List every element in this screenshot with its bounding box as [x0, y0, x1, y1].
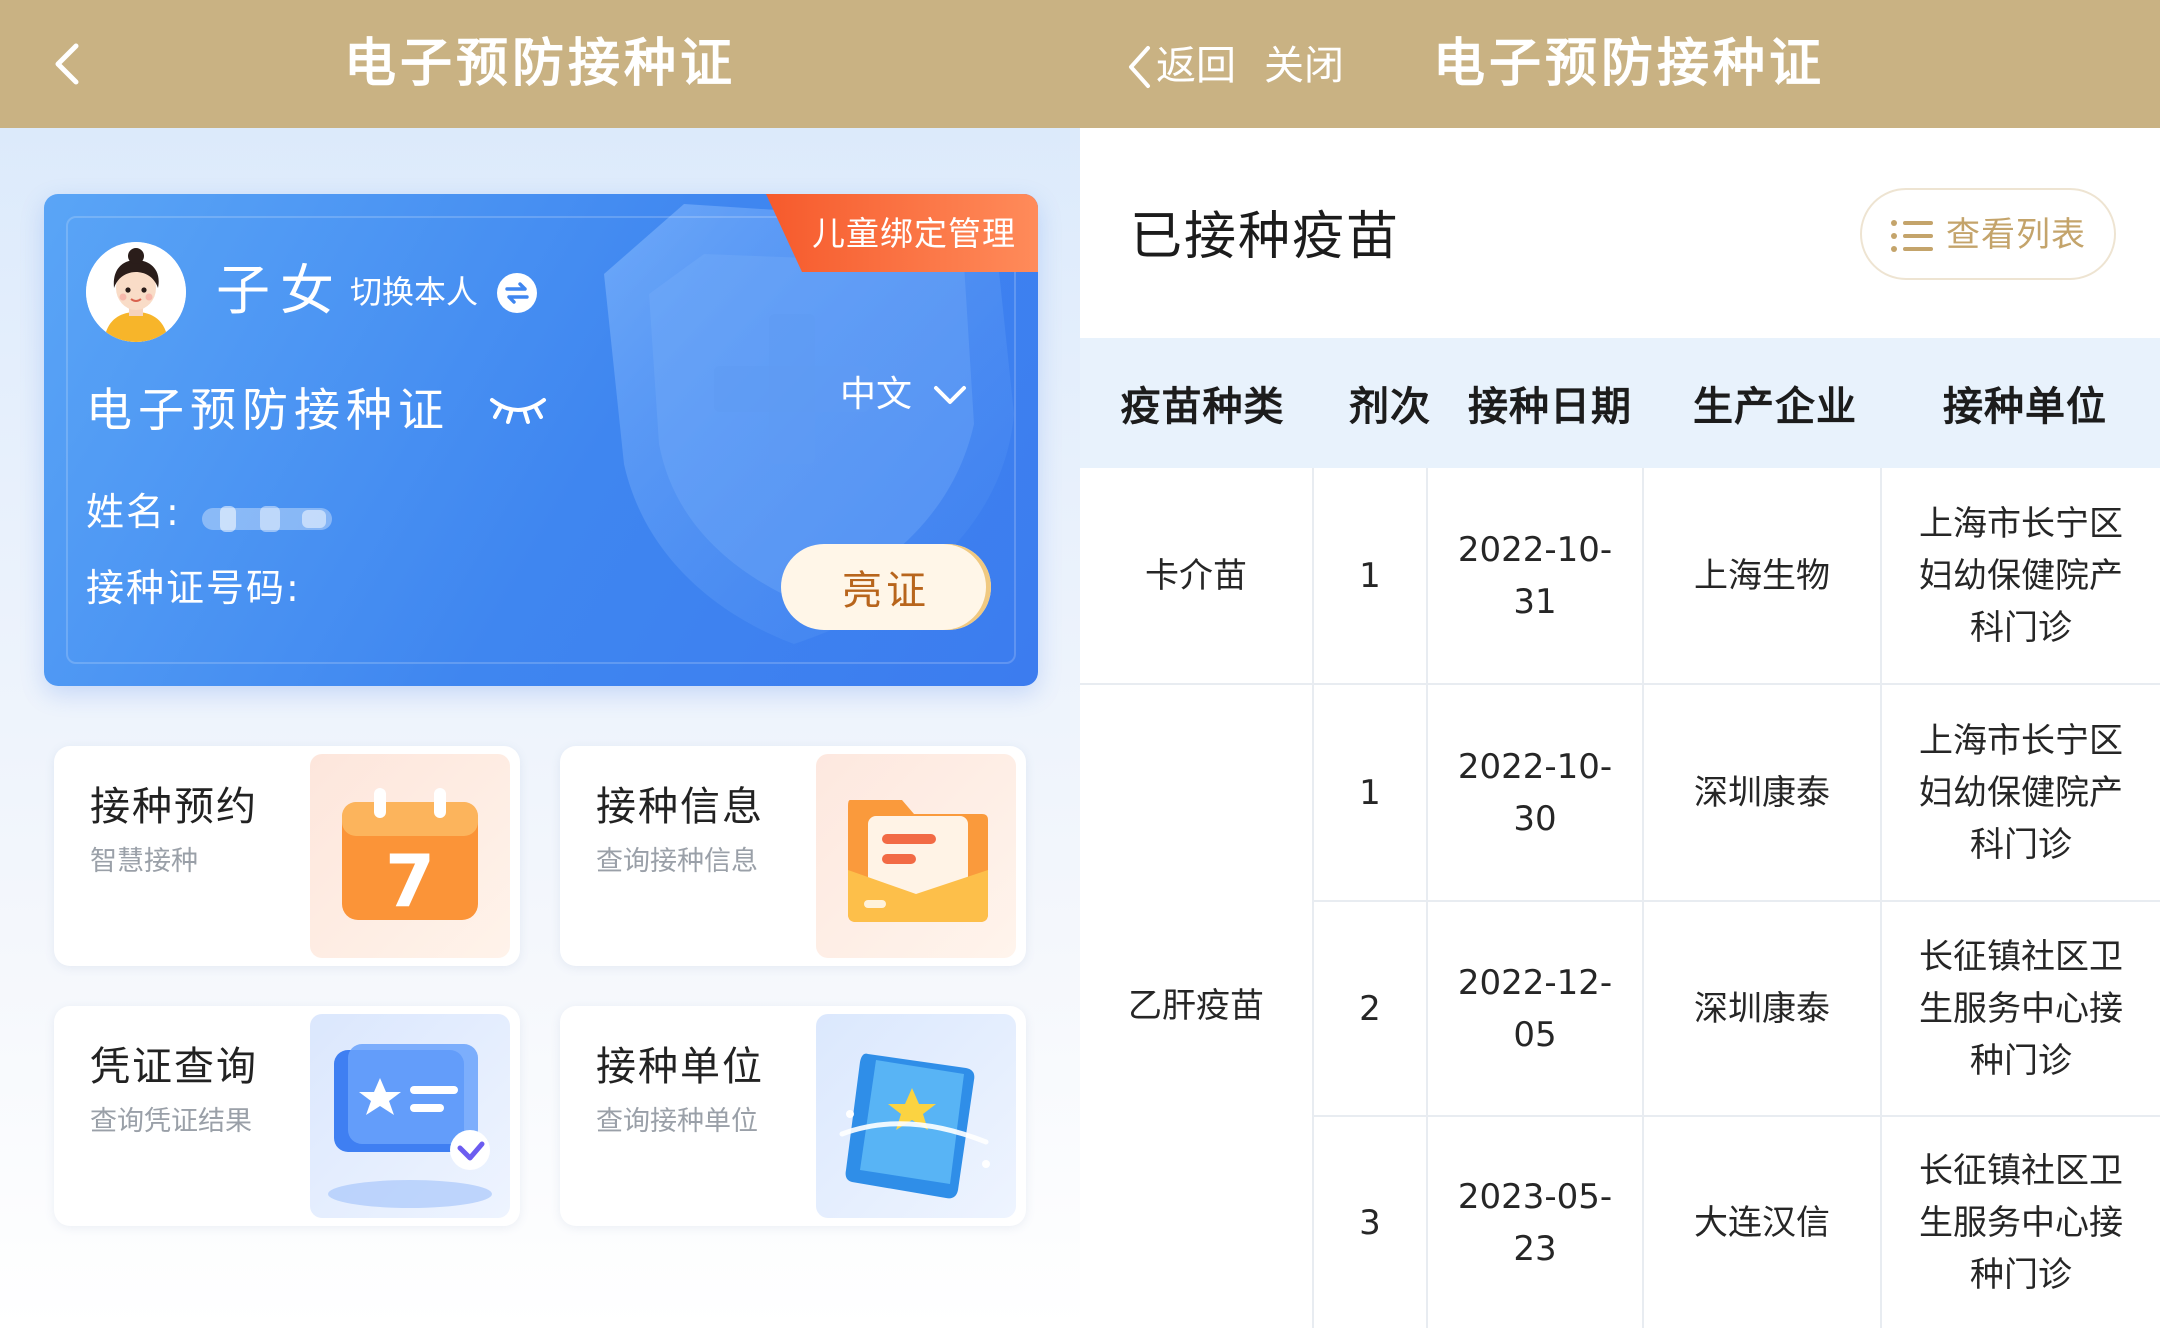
child-avatar-icon — [86, 242, 186, 342]
unit-line: 种门诊 — [1970, 1254, 2072, 1295]
tile-art: 7 — [310, 754, 510, 958]
avatar[interactable] — [86, 242, 186, 342]
unit-line: 妇幼保健院产 — [1919, 772, 2123, 813]
dose-cell: 1 — [1359, 772, 1381, 813]
page-title: 电子预防接种证 — [343, 34, 736, 94]
unit-cell: 上海市长宁区 妇幼保健院产 科门诊 — [1882, 685, 2160, 900]
right-header: 返回 关闭 电子预防接种证 — [1080, 0, 2160, 128]
unit-line: 长征镇社区卫 — [1919, 1150, 2123, 1191]
tile-subtitle: 查询接种单位 — [596, 1106, 758, 1137]
date-line: 23 — [1513, 1228, 1557, 1269]
close-link[interactable]: 关闭 — [1264, 38, 1344, 94]
language-select[interactable]: 中文 — [840, 370, 912, 420]
tile-title: 凭证查询 — [90, 1044, 258, 1090]
view-list-button[interactable]: 查看列表 — [1860, 188, 2116, 280]
date-line: 2022-10- — [1457, 529, 1613, 570]
unit-line: 长征镇社区卫 — [1919, 936, 2123, 977]
unit-cell: 长征镇社区卫 生服务中心接 种门诊 — [1882, 902, 2160, 1115]
left-header: 电子预防接种证 — [0, 0, 1080, 128]
vaccine-type-cell: 卡介苗 — [1145, 555, 1247, 596]
date-line: 2022-10- — [1457, 746, 1613, 787]
tile-art — [816, 754, 1016, 958]
right-pane: 返回 关闭 电子预防接种证 已接种疫苗 查看列表 疫苗种类 剂次 接种日期 生产… — [1080, 0, 2160, 1328]
manufacturer-cell: 深圳康泰 — [1694, 772, 1830, 813]
tile-certificate-query[interactable]: 凭证查询 查询凭证结果 — [54, 1006, 520, 1226]
header-vaccine-type: 疫苗种类 — [1120, 384, 1285, 430]
tile-subtitle: 查询接种信息 — [596, 846, 758, 877]
date-cell: 2023-05- 23 — [1428, 1117, 1642, 1328]
dose-cell: 1 — [1359, 555, 1381, 596]
unit-line: 科门诊 — [1970, 824, 2072, 865]
unit-line: 妇幼保健院产 — [1919, 555, 2123, 596]
date-line: 2022-12- — [1457, 962, 1613, 1003]
date-cell: 2022-10- 31 — [1428, 468, 1642, 683]
back-link[interactable]: 返回 — [1156, 38, 1236, 94]
badge-label: 儿童绑定管理 — [812, 214, 1016, 253]
tile-subtitle: 查询凭证结果 — [90, 1106, 252, 1137]
manufacturer-cell: 大连汉信 — [1694, 1202, 1830, 1243]
folder-icon — [848, 800, 988, 922]
manufacturer-cell: 深圳康泰 — [1694, 988, 1830, 1029]
screenshot-root: 电子预防接种证 儿童绑定管理 子女 切换本人 电子预防接种证 中文 姓名: 接种… — [0, 0, 2160, 1328]
unit-line: 生服务中心接 — [1919, 988, 2123, 1029]
relation-label: 子女 — [216, 259, 344, 322]
unit-line: 上海市长宁区 — [1919, 720, 2123, 761]
manufacturer-cell: 上海生物 — [1694, 555, 1830, 596]
list-icon — [1891, 220, 1933, 252]
header-dose: 剂次 — [1349, 384, 1431, 430]
header-date: 接种日期 — [1468, 384, 1632, 430]
date-line: 05 — [1513, 1014, 1557, 1055]
tile-vaccination-info[interactable]: 接种信息 查询接种信息 — [560, 746, 1026, 966]
unit-line: 科门诊 — [1970, 607, 2072, 648]
header-manufacturer: 生产企业 — [1693, 384, 1857, 430]
show-certificate-button[interactable]: 亮证 — [781, 544, 991, 630]
back-chevron-icon[interactable] — [1126, 44, 1154, 90]
masked-name-value — [202, 506, 332, 532]
tile-title: 接种单位 — [596, 1044, 764, 1090]
vaccine-type-cell: 乙肝疫苗 — [1128, 985, 1264, 1026]
date-cell: 2022-10- 30 — [1428, 685, 1642, 900]
tile-appointment[interactable]: 接种预约 智慧接种 7 — [54, 746, 520, 966]
certificate-card: 儿童绑定管理 子女 切换本人 电子预防接种证 中文 姓名: 接种证号码: 亮证 — [44, 194, 1038, 686]
view-list-label: 查看列表 — [1946, 215, 2086, 255]
child-binding-badge[interactable]: 儿童绑定管理 — [766, 194, 1038, 272]
dose-cell: 3 — [1359, 1202, 1381, 1243]
tile-art — [310, 1014, 510, 1218]
date-line: 31 — [1513, 581, 1557, 622]
table-header: 疫苗种类 剂次 接种日期 生产企业 接种单位 — [1080, 338, 2160, 468]
section-title: 已接种疫苗 — [1130, 207, 1401, 267]
tile-subtitle: 智慧接种 — [90, 846, 198, 877]
unit-line: 种门诊 — [1970, 1040, 2072, 1081]
tile-title: 接种预约 — [90, 784, 258, 830]
certificate-number-label: 接种证号码: — [86, 566, 301, 610]
header-vaccination-unit: 接种单位 — [1943, 384, 2107, 430]
date-cell: 2022-12- 05 — [1428, 902, 1642, 1115]
card-title: 电子预防接种证 — [86, 383, 450, 437]
unit-line: 生服务中心接 — [1919, 1202, 2123, 1243]
calendar-day-number: 7 — [385, 839, 435, 923]
date-line: 30 — [1513, 798, 1557, 839]
switch-self-link[interactable]: 切换本人 — [350, 270, 478, 314]
left-pane: 电子预防接种证 儿童绑定管理 子女 切换本人 电子预防接种证 中文 姓名: 接种… — [0, 0, 1080, 1328]
book-icon — [839, 1053, 990, 1199]
chevron-down-icon[interactable] — [930, 380, 970, 410]
eye-closed-icon[interactable] — [486, 390, 550, 426]
unit-line: 上海市长宁区 — [1919, 503, 2123, 544]
unit-cell: 上海市长宁区 妇幼保健院产 科门诊 — [1882, 468, 2160, 683]
dose-cell: 2 — [1359, 988, 1381, 1029]
tile-vaccination-unit[interactable]: 接种单位 查询接种单位 — [560, 1006, 1026, 1226]
tile-title: 接种信息 — [596, 784, 764, 830]
calendar-icon: 7 — [342, 788, 478, 923]
vaccine-table: 卡介苗 乙肝疫苗 1 2022-10- 31 上海生物 上海市长宁区 妇幼保健院… — [1080, 468, 2160, 1328]
page-title: 电子预防接种证 — [1433, 34, 1826, 94]
unit-cell: 长征镇社区卫 生服务中心接 种门诊 — [1882, 1117, 2160, 1328]
name-label: 姓名: — [86, 490, 181, 534]
switch-arrows-icon[interactable] — [496, 272, 538, 314]
date-line: 2023-05- — [1457, 1176, 1613, 1217]
tile-art — [816, 1014, 1016, 1218]
certificate-icon — [328, 1044, 492, 1208]
